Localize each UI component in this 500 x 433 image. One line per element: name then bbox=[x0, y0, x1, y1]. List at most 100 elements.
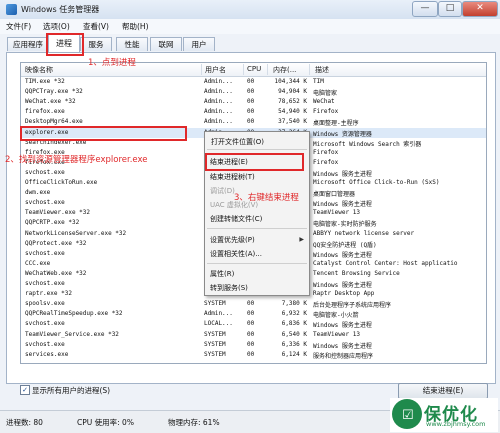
cell-user: Admin... bbox=[204, 118, 233, 126]
cell-desc: Raptr Desktop App bbox=[313, 290, 375, 298]
cell-user: SYSTEM bbox=[204, 300, 226, 308]
cell-user: SYSTEM bbox=[204, 340, 226, 348]
cell-cpu: 00 bbox=[247, 300, 255, 308]
ctx-set-affinity[interactable]: 设置相关性(A)... bbox=[210, 249, 262, 259]
highlight-explorer-row bbox=[20, 126, 187, 141]
cell-image: raptr.exe *32 bbox=[25, 290, 72, 298]
cell-cpu: 00 bbox=[247, 330, 255, 338]
watermark-url: www.zbjhmsy.com bbox=[426, 420, 486, 428]
cell-image: QQProtect.exe *32 bbox=[25, 239, 87, 247]
cell-desc: Windows 资源管理器 bbox=[313, 130, 372, 138]
menu-options[interactable]: 选项(O) bbox=[43, 21, 70, 32]
cell-image: QQPCRealTimeSpeedup.exe *32 bbox=[25, 310, 123, 318]
close-button[interactable]: ✕ bbox=[462, 1, 498, 17]
cell-image: WeChat.exe *32 bbox=[25, 98, 76, 106]
end-process-button[interactable]: 结束进程(E) bbox=[398, 383, 488, 399]
cell-desc: Windows 服务主进程 bbox=[313, 342, 372, 350]
table-row[interactable]: svchost.exe LOCAL... 00 6,836 K Windows 服务主进… bbox=[21, 319, 486, 329]
table-row[interactable]: TeamViewer_Service.exe *32 SYSTEM 00 6,540 … bbox=[21, 330, 486, 340]
cell-desc: Microsoft Windows Search 索引器 bbox=[313, 140, 422, 148]
cell-desc: Windows 服务主进程 bbox=[313, 201, 372, 209]
ctx-create-dump-file[interactable]: 创建转储文件(C) bbox=[210, 214, 262, 224]
tab-applications[interactable]: 应用程序 bbox=[7, 37, 49, 51]
cell-mem: 6,540 K bbox=[281, 330, 307, 338]
ctx-properties[interactable]: 属性(R) bbox=[210, 269, 234, 279]
title-bar: Windows 任务管理器 — □ ✕ bbox=[0, 0, 500, 20]
window-title: Windows 任务管理器 bbox=[21, 5, 100, 14]
table-row[interactable]: QQPCTray.exe *32 Admin... 00 94,904 K 电脑管家 bbox=[21, 87, 486, 97]
highlight-end-process bbox=[205, 153, 304, 171]
status-process-count: 进程数: 80 bbox=[6, 418, 43, 427]
table-row[interactable]: services.exe SYSTEM 00 6,124 K 服务和控制器应用程序 bbox=[21, 350, 486, 360]
scroll-up-arrow-icon[interactable]: ▲ bbox=[486, 63, 487, 72]
task-manager-app-icon bbox=[6, 4, 17, 15]
cell-mem: 94,904 K bbox=[278, 88, 307, 96]
cell-image: svchost.exe bbox=[25, 340, 65, 348]
cell-image: svchost.exe bbox=[25, 199, 65, 207]
cell-mem: 54,940 K bbox=[278, 108, 307, 116]
table-row[interactable]: firefox.exe Admin... 00 54,940 K Firefox bbox=[21, 107, 486, 117]
menu-help[interactable]: 帮助(H) bbox=[122, 21, 149, 32]
cell-image: spoolsv.exe bbox=[25, 300, 65, 308]
cell-user: Admin... bbox=[204, 88, 233, 96]
cell-cpu: 00 bbox=[247, 98, 255, 106]
ctx-debug: 调试(D) bbox=[210, 187, 235, 195]
show-all-users-checkbox[interactable]: ✓ bbox=[20, 385, 30, 395]
tab-users[interactable]: 用户 bbox=[183, 37, 215, 51]
cell-mem: 7,380 K bbox=[281, 300, 307, 308]
column-user-name[interactable]: 用户名 bbox=[205, 65, 226, 75]
cell-desc: Catalyst Control Center: Host applicatio bbox=[313, 259, 458, 267]
tab-performance[interactable]: 性能 bbox=[116, 37, 148, 51]
table-row[interactable]: svchost.exe SYSTEM 00 6,336 K Windows 服务主进程 bbox=[21, 340, 486, 350]
maximize-button[interactable]: □ bbox=[438, 1, 462, 17]
cell-mem: 78,652 K bbox=[278, 98, 307, 106]
cell-cpu: 00 bbox=[247, 118, 255, 126]
cell-image: dwm.exe bbox=[25, 189, 51, 197]
menu-file[interactable]: 文件(F) bbox=[6, 21, 31, 32]
cell-image: QQPCTray.exe *32 bbox=[25, 88, 83, 96]
menu-bar: 文件(F) 选项(O) 查看(V) 帮助(H) bbox=[0, 19, 500, 34]
cell-image: svchost.exe bbox=[25, 280, 65, 287]
tab-networking[interactable]: 联网 bbox=[150, 37, 182, 51]
cell-desc: 电脑管家-实时防护服务 bbox=[313, 221, 377, 229]
cell-user: Admin... bbox=[204, 78, 233, 85]
cell-user: SYSTEM bbox=[204, 350, 226, 358]
ctx-open-file-location[interactable]: 打开文件位置(O) bbox=[211, 137, 264, 147]
cell-mem: 104,344 K bbox=[274, 78, 307, 85]
column-cpu[interactable]: CPU bbox=[247, 65, 261, 73]
cell-image: TeamViewer_Service.exe *32 bbox=[25, 330, 119, 338]
ctx-go-to-services[interactable]: 转到服务(S) bbox=[210, 283, 248, 293]
ctx-end-process-tree[interactable]: 结束进程树(T) bbox=[210, 172, 255, 182]
ctx-set-priority[interactable]: 设置优先级(P) bbox=[210, 235, 255, 245]
submenu-arrow-icon: ▶ bbox=[299, 236, 304, 243]
cell-image: CCC.exe bbox=[25, 259, 51, 267]
cell-image: WeChatWeb.exe *32 bbox=[25, 269, 87, 277]
annotation-step3: 3、右键结束进程 bbox=[234, 193, 299, 203]
cell-desc: QQ安全防护进程 (Q盾) bbox=[313, 241, 377, 249]
cell-image: svchost.exe bbox=[25, 168, 65, 176]
column-image-name[interactable]: 映像名称 bbox=[25, 65, 53, 75]
table-row[interactable]: QQPCRealTimeSpeedup.exe *32 Admin... 00 6,9… bbox=[21, 309, 486, 319]
vertical-scrollbar[interactable]: ▲ ▼ bbox=[486, 63, 487, 363]
status-cpu-usage: CPU 使用率: 0% bbox=[77, 418, 134, 427]
cell-image: TeamViewer.exe *32 bbox=[25, 209, 91, 217]
cell-image: OfficeClickToRun.exe bbox=[25, 179, 98, 186]
highlight-processes-tab bbox=[46, 33, 84, 56]
column-memory[interactable]: 内存(... bbox=[273, 65, 296, 75]
cell-mem: 6,336 K bbox=[281, 340, 307, 348]
scroll-down-arrow-icon[interactable]: ▼ bbox=[486, 354, 487, 363]
cell-desc: Firefox bbox=[313, 148, 339, 156]
cell-desc: 电脑管家 bbox=[313, 90, 338, 98]
cell-image: NetworkLicenseServer.exe *32 bbox=[25, 229, 127, 237]
watermark-shield-icon: ☑ bbox=[392, 399, 422, 429]
minimize-button[interactable]: — bbox=[412, 1, 438, 17]
cell-desc: Windows 服务主进程 bbox=[313, 170, 372, 178]
cell-user: Admin... bbox=[204, 108, 233, 116]
menu-view[interactable]: 查看(V) bbox=[83, 21, 109, 32]
column-description[interactable]: 描述 bbox=[315, 65, 329, 75]
table-row[interactable]: WeChat.exe *32 Admin... 00 78,652 K WeChat bbox=[21, 97, 486, 107]
table-row[interactable]: TIM.exe *32 Admin... 00 104,344 K TIM bbox=[21, 77, 486, 87]
cell-image: firefox.exe bbox=[25, 108, 65, 116]
table-row[interactable]: spoolsv.exe SYSTEM 00 7,380 K 后台处理程序子系统应用程序 bbox=[21, 299, 486, 309]
tab-services[interactable]: 服务 bbox=[80, 37, 112, 51]
